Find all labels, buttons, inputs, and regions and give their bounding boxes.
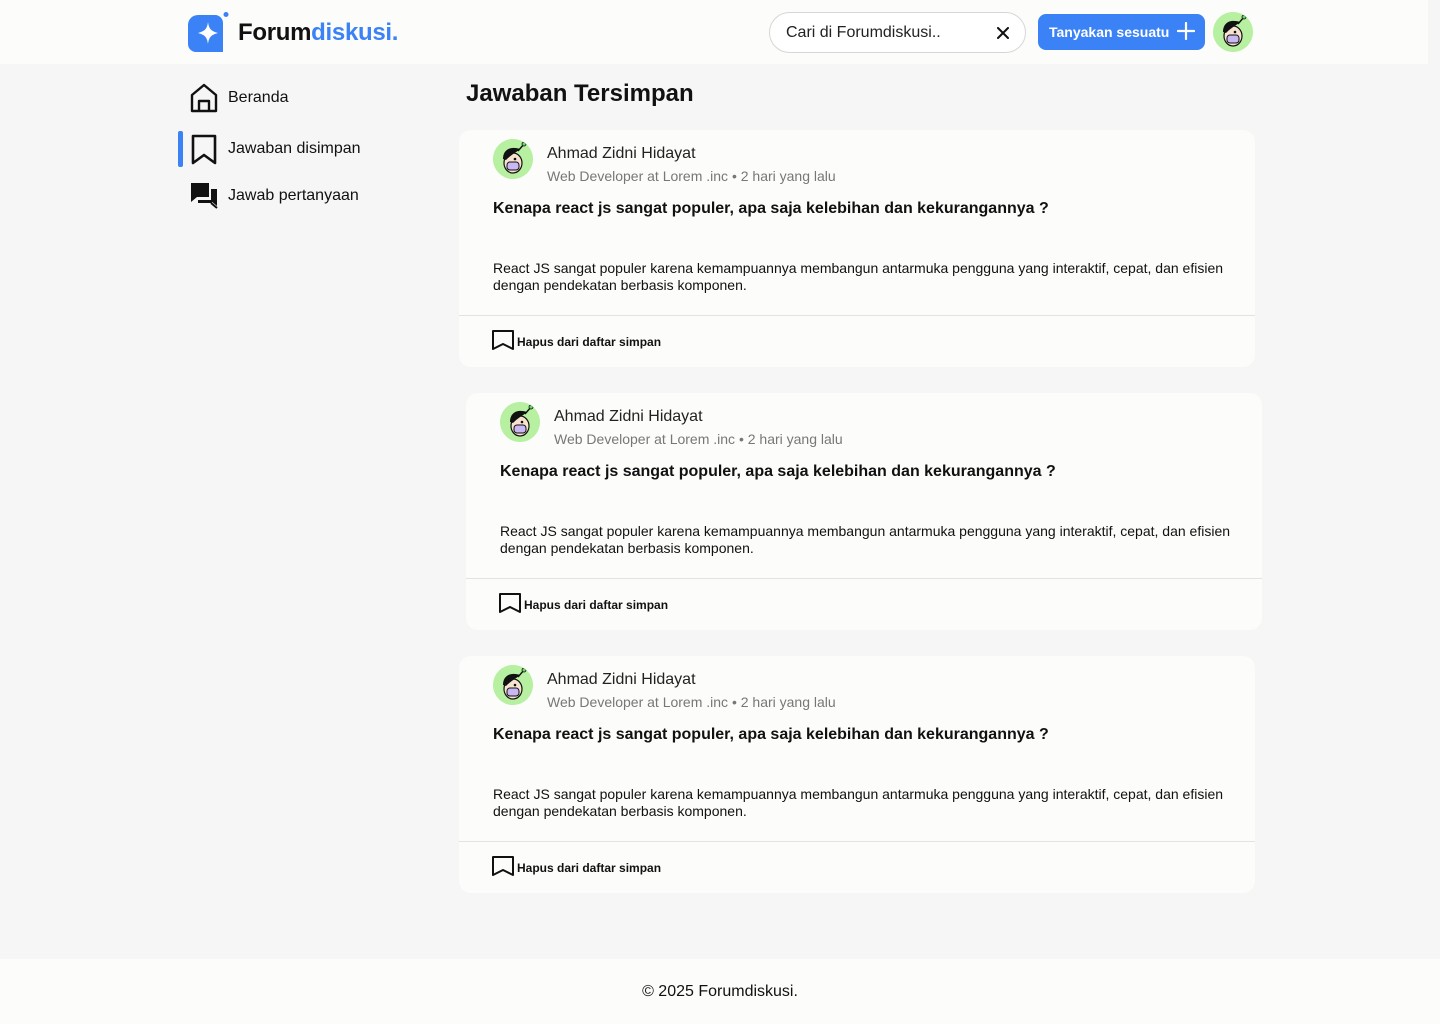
logo-icon bbox=[188, 12, 229, 52]
question-title[interactable]: Kenapa react js sangat populer, apa saja… bbox=[493, 200, 1049, 218]
clear-search-icon[interactable] bbox=[995, 25, 1011, 41]
remove-label: Hapus dari daftar simpan bbox=[517, 860, 662, 875]
sidebar-item-home[interactable]: Beranda bbox=[178, 78, 438, 118]
chat-icon bbox=[188, 180, 220, 212]
search-input[interactable] bbox=[786, 23, 995, 42]
answer-text: React JS sangat populer karena kemampuan… bbox=[500, 523, 1231, 556]
author-meta: Web Developer at Lorem .inc • 2 hari yan… bbox=[547, 168, 836, 184]
sidebar-item-saved-answers[interactable]: Jawaban disimpan bbox=[178, 129, 438, 169]
page-title: Jawaban Tersimpan bbox=[466, 80, 694, 107]
bookmark-icon bbox=[491, 329, 515, 354]
question-title[interactable]: Kenapa react js sangat populer, apa saja… bbox=[500, 463, 1056, 481]
author-name[interactable]: Ahmad Zidni Hidayat bbox=[547, 671, 696, 689]
remove-label: Hapus dari daftar simpan bbox=[524, 597, 669, 612]
divider bbox=[466, 578, 1262, 579]
author-meta: Web Developer at Lorem .inc • 2 hari yan… bbox=[554, 431, 843, 447]
author-avatar[interactable] bbox=[493, 139, 533, 179]
top-bar: Forumdiskusi. Tanyakan sesuatu bbox=[0, 0, 1428, 64]
answer-text: React JS sangat populer karena kemampuan… bbox=[493, 260, 1224, 293]
bookmark-icon bbox=[491, 855, 515, 880]
bookmark-icon bbox=[498, 592, 522, 617]
brand-logo[interactable]: Forumdiskusi. bbox=[188, 12, 398, 53]
author-name[interactable]: Ahmad Zidni Hidayat bbox=[554, 408, 703, 426]
home-icon bbox=[188, 82, 220, 114]
remove-from-saved-button[interactable]: Hapus dari daftar simpan bbox=[491, 855, 661, 880]
plus-icon bbox=[1176, 21, 1196, 43]
user-avatar[interactable] bbox=[1213, 12, 1253, 52]
author-meta: Web Developer at Lorem .inc • 2 hari yan… bbox=[547, 694, 836, 710]
remove-label: Hapus dari daftar simpan bbox=[517, 334, 662, 349]
footer: © 2025 Forumdiskusi. bbox=[0, 959, 1440, 1024]
brand-name: Forumdiskusi. bbox=[238, 18, 399, 46]
divider bbox=[459, 841, 1255, 842]
saved-answer-card: Ahmad Zidni Hidayat Web Developer at Lor… bbox=[459, 656, 1255, 893]
author-avatar[interactable] bbox=[500, 402, 540, 442]
remove-from-saved-button[interactable]: Hapus dari daftar simpan bbox=[491, 329, 661, 354]
sidebar: Beranda Jawaban disimpan Jawab pertanyaa… bbox=[178, 78, 438, 216]
sidebar-item-label: Beranda bbox=[228, 89, 289, 106]
search-box[interactable] bbox=[769, 12, 1026, 53]
sidebar-item-answer-questions[interactable]: Jawab pertanyaan bbox=[178, 176, 438, 216]
answer-text: React JS sangat populer karena kemampuan… bbox=[493, 786, 1224, 819]
question-title[interactable]: Kenapa react js sangat populer, apa saja… bbox=[493, 726, 1049, 744]
sidebar-item-label: Jawaban disimpan bbox=[228, 140, 361, 157]
saved-answer-card: Ahmad Zidni Hidayat Web Developer at Lor… bbox=[459, 130, 1255, 367]
saved-answer-card: Ahmad Zidni Hidayat Web Developer at Lor… bbox=[466, 393, 1262, 630]
remove-from-saved-button[interactable]: Hapus dari daftar simpan bbox=[498, 592, 668, 617]
ask-question-label: Tanyakan sesuatu bbox=[1049, 24, 1170, 40]
sidebar-item-label: Jawab pertanyaan bbox=[228, 187, 359, 204]
divider bbox=[459, 315, 1255, 316]
ask-question-button[interactable]: Tanyakan sesuatu bbox=[1038, 14, 1205, 50]
author-avatar[interactable] bbox=[493, 665, 533, 705]
author-name[interactable]: Ahmad Zidni Hidayat bbox=[547, 145, 696, 163]
footer-copyright: © 2025 Forumdiskusi. bbox=[642, 982, 798, 1000]
bookmark-icon bbox=[188, 133, 220, 165]
